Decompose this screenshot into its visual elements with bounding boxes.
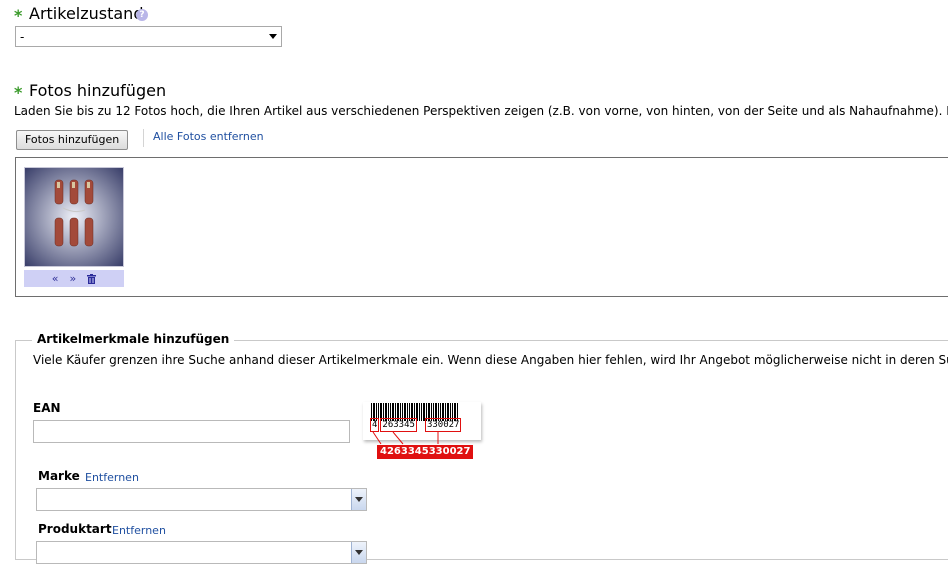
ean-label: EAN — [33, 401, 61, 415]
photos-label: Fotos hinzufügen — [29, 81, 167, 100]
remove-all-photos-link[interactable]: Alle Fotos entfernen — [153, 130, 264, 143]
photo-image — [25, 168, 123, 266]
product-type-dropdown-button[interactable] — [351, 542, 366, 563]
condition-select[interactable]: - — [15, 26, 282, 47]
barcode-connector-lines — [372, 432, 439, 445]
required-marker: * — [14, 83, 23, 102]
condition-label: Artikelzustand — [29, 4, 144, 23]
condition-select-value: - — [20, 29, 25, 44]
trash-icon[interactable] — [87, 273, 97, 284]
photo-upload-area — [15, 157, 948, 297]
item-features-description: Viele Käufer grenzen ihre Suche anhand d… — [33, 353, 948, 367]
move-right-icon[interactable]: » — [70, 272, 77, 285]
add-photos-button[interactable]: Fotos hinzufügen — [16, 130, 129, 150]
required-marker: * — [14, 6, 23, 25]
barcode-group: 263345 — [380, 418, 417, 432]
thumbnail-controls: « » — [24, 270, 124, 287]
barcode-full-number: 4263345330027 — [377, 445, 474, 459]
divider — [143, 129, 144, 147]
barcode-group: 4 — [370, 418, 380, 432]
ean-input[interactable] — [33, 420, 350, 443]
photo-thumbnail[interactable] — [24, 167, 124, 267]
remove-brand-link[interactable]: Entfernen — [85, 471, 139, 484]
question-circle-icon[interactable]: ? — [136, 9, 148, 21]
barcode-group: 330027 — [424, 418, 462, 432]
brand-dropdown-button[interactable] — [351, 489, 366, 510]
chevron-down-icon — [269, 34, 277, 39]
remove-product-type-link[interactable]: Entfernen — [112, 524, 166, 537]
product-type-combobox[interactable] — [36, 541, 367, 564]
chevron-down-icon — [355, 497, 363, 502]
product-type-label: Produktart — [38, 522, 112, 536]
photos-description: Laden Sie bis zu 12 Fotos hoch, die Ihre… — [14, 104, 948, 118]
brand-label: Marke — [38, 469, 80, 483]
brand-combobox[interactable] — [36, 488, 367, 511]
move-left-icon[interactable]: « — [52, 272, 59, 285]
item-features-legend: Artikelmerkmale hinzufügen — [32, 332, 235, 346]
